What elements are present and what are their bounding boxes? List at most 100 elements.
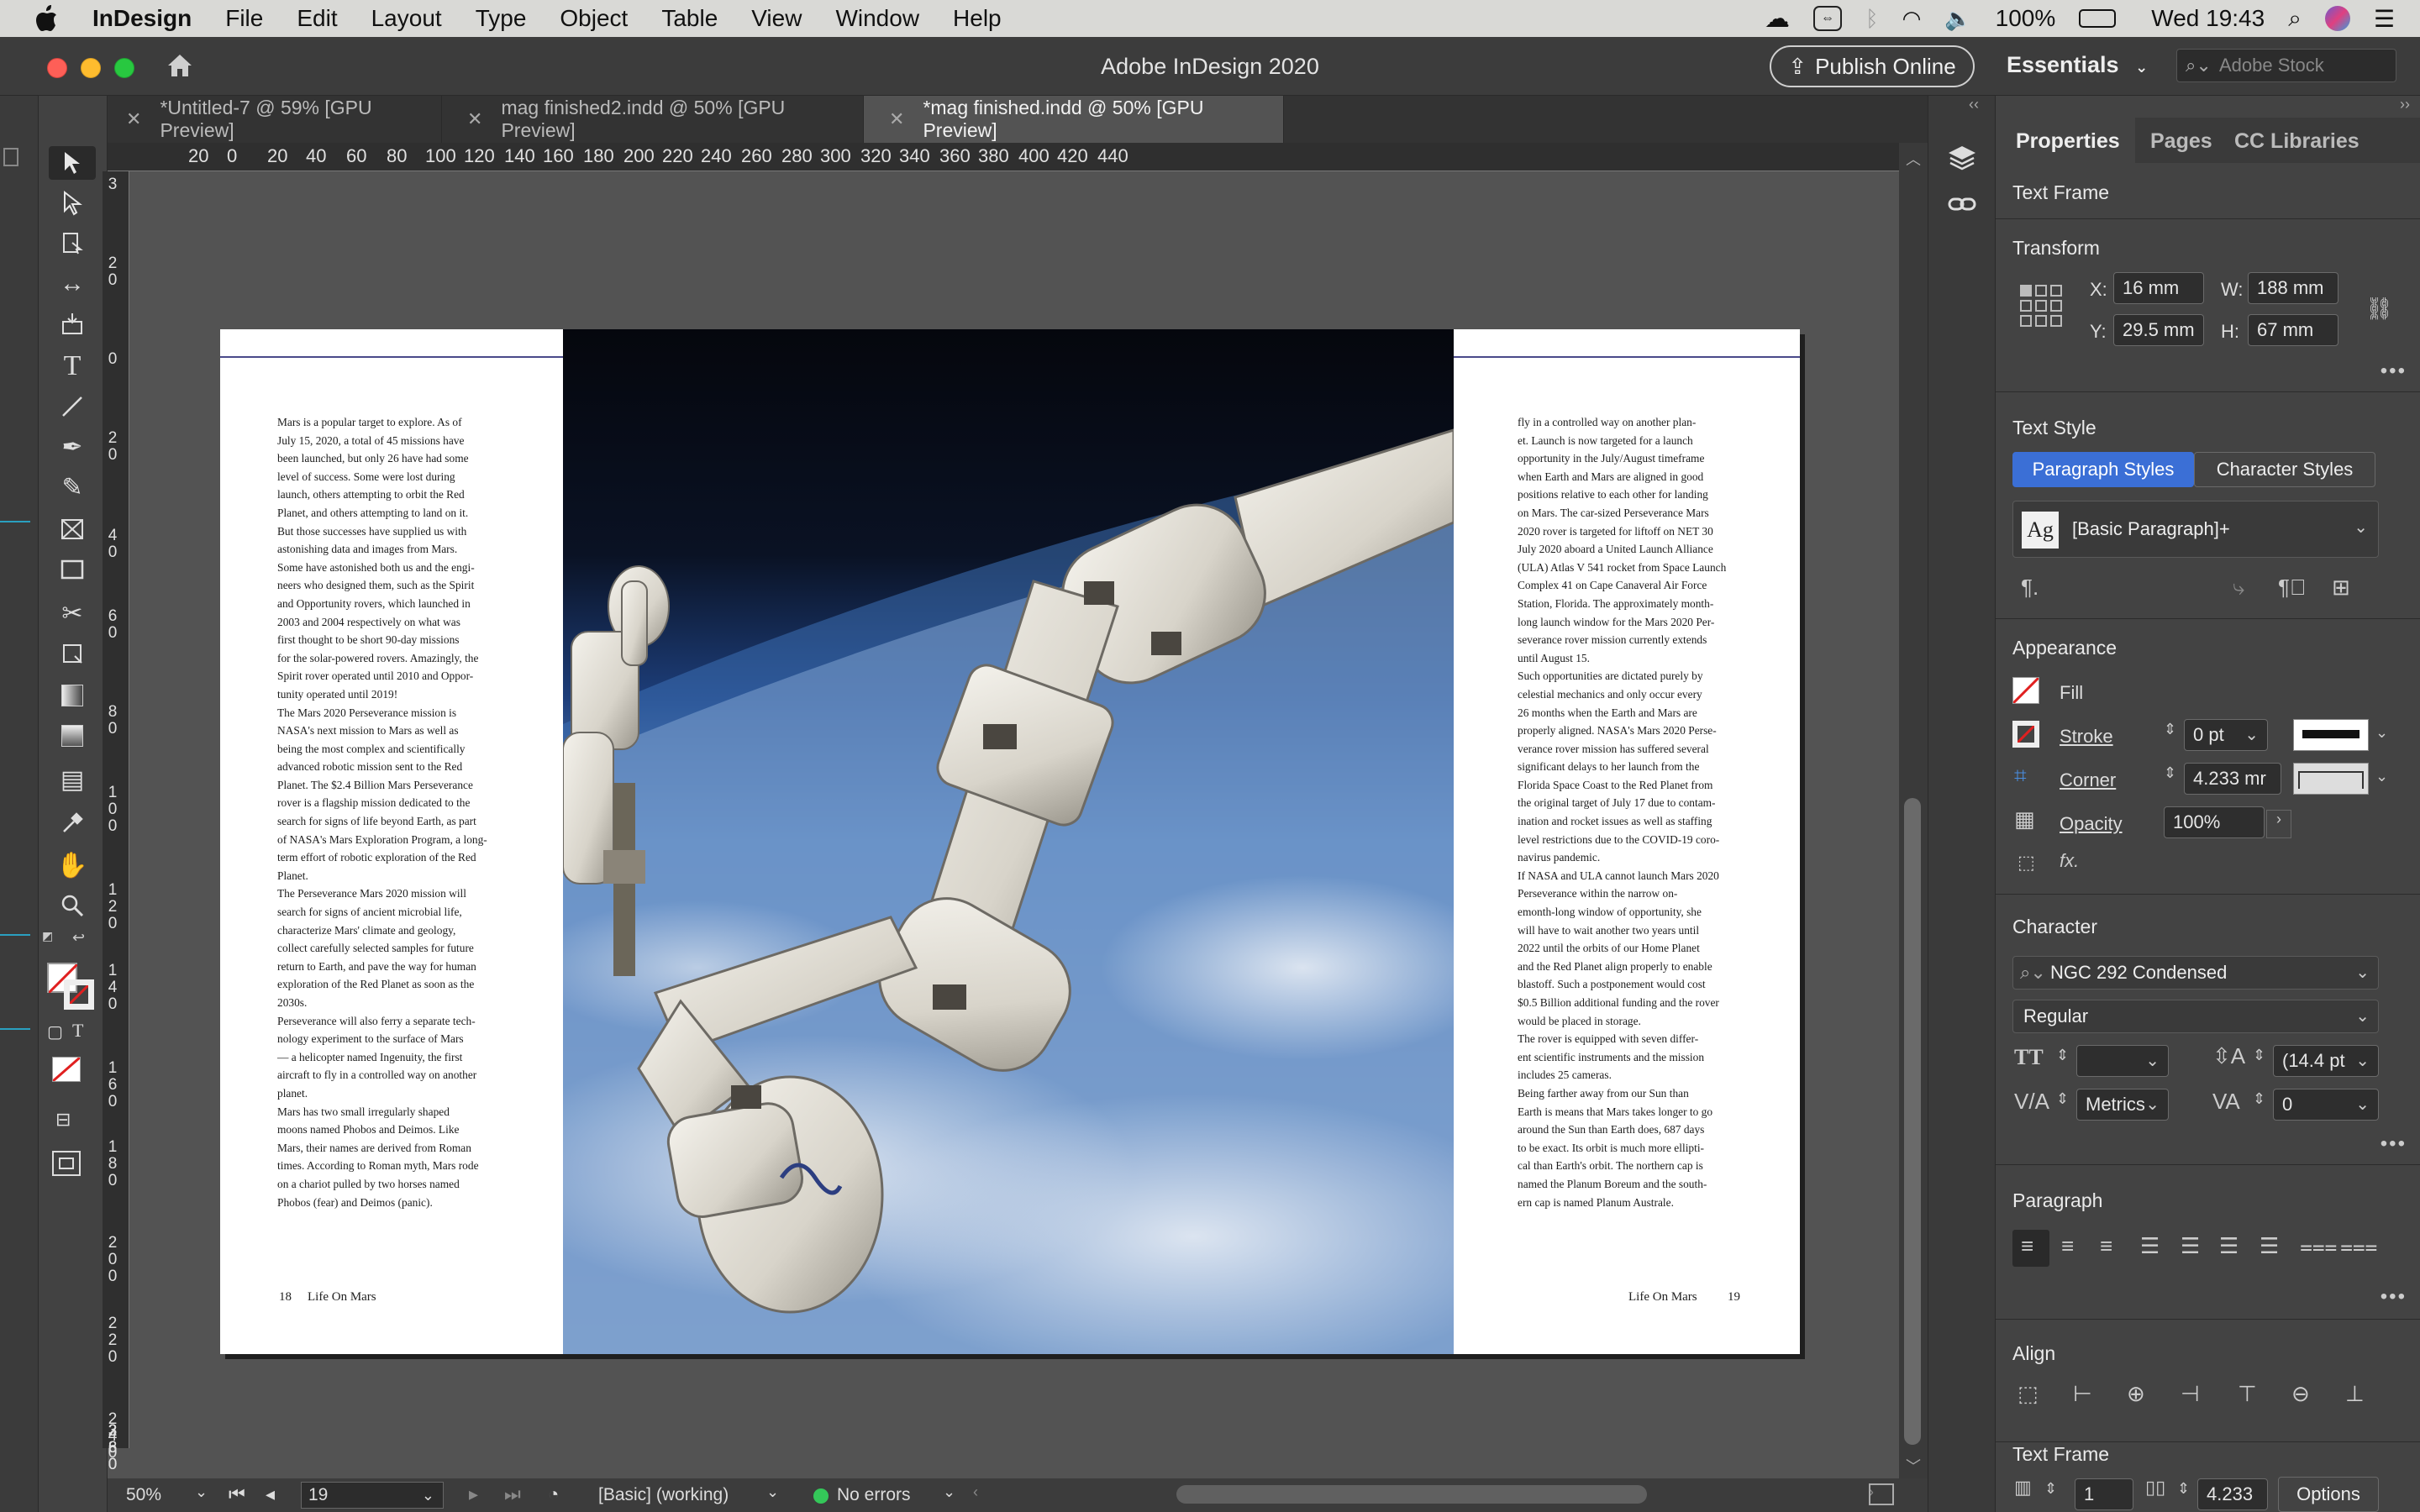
stepper-icon[interactable]: ⇕: [2253, 1047, 2265, 1064]
menu-view[interactable]: View: [751, 5, 802, 32]
align-center-icon[interactable]: ≡: [2061, 1233, 2074, 1259]
chevron-down-icon[interactable]: ⌄: [2375, 768, 2388, 785]
publish-online-button[interactable]: ⇪ Publish Online: [1770, 45, 1975, 87]
x-position-field[interactable]: 16 mm: [2113, 272, 2204, 304]
menu-type[interactable]: Type: [476, 5, 527, 32]
font-size-field[interactable]: ⌄: [2076, 1045, 2169, 1077]
close-tab-icon[interactable]: ✕: [126, 108, 141, 130]
preflight-status[interactable]: No errors: [837, 1485, 911, 1505]
astronaut-space-photo[interactable]: [563, 329, 1454, 1354]
kerning-field[interactable]: Metrics ⌄: [2076, 1089, 2169, 1121]
opacity-slider-arrow-icon[interactable]: ›: [2266, 810, 2291, 838]
menu-object[interactable]: Object: [560, 5, 628, 32]
corner-label[interactable]: Corner: [2060, 769, 2116, 791]
align-horizontal-centers-icon[interactable]: ⊕: [2127, 1381, 2145, 1407]
y-position-field[interactable]: 29.5 mm: [2113, 314, 2204, 346]
stepper-icon[interactable]: ⇕: [2164, 764, 2176, 782]
menu-file[interactable]: File: [225, 5, 263, 32]
justify-right-icon[interactable]: ☰: [2219, 1233, 2238, 1259]
collapse-panels-icon[interactable]: ‹‹: [1969, 96, 1979, 113]
vertical-ruler[interactable]: 3 2 0 0 2 0 4 0 6 0 8 0 1 0 0 1 2 0 1 4 0 1 6 0 1 8…: [103, 171, 129, 1473]
chevron-down-icon[interactable]: ⌄: [2375, 724, 2388, 742]
scroll-left-icon[interactable]: ‹: [973, 1483, 978, 1501]
page-tool-icon[interactable]: [49, 227, 96, 260]
justify-all-icon[interactable]: ☰: [2260, 1233, 2279, 1259]
display-icon[interactable]: ⇔: [1812, 6, 1842, 31]
tab-pages[interactable]: Pages: [2150, 129, 2212, 154]
default-colors-icon[interactable]: ◩: [42, 929, 53, 943]
more-options-icon[interactable]: •••: [2381, 1132, 2407, 1156]
align-left-edges-icon[interactable]: ⊢: [2073, 1381, 2092, 1407]
type-tool-icon[interactable]: T: [49, 349, 96, 383]
direct-selection-tool-icon[interactable]: [49, 186, 96, 220]
previous-page-icon[interactable]: ◂: [266, 1483, 275, 1505]
width-field[interactable]: 188 mm: [2248, 272, 2338, 304]
stepper-icon[interactable]: ⇕: [2253, 1090, 2265, 1108]
layers-icon[interactable]: [1947, 143, 1977, 177]
links-icon[interactable]: [1947, 192, 1977, 221]
creative-cloud-icon[interactable]: ☁: [1765, 4, 1790, 34]
siri-icon[interactable]: [2324, 6, 2350, 31]
paragraph-styles-button[interactable]: Paragraph Styles: [2012, 452, 2194, 487]
screen-mode-icon[interactable]: ⊟: [55, 1109, 71, 1131]
preview-mode-icon[interactable]: [52, 1151, 81, 1176]
align-to-selection-icon[interactable]: ⬚: [2018, 1381, 2039, 1407]
chevron-down-icon[interactable]: ⌄: [195, 1483, 208, 1501]
scroll-up-icon[interactable]: ︿: [1906, 148, 1921, 170]
menu-table[interactable]: Table: [661, 5, 718, 32]
corner-options-icon[interactable]: ⌗: [2014, 763, 2027, 790]
stepper-icon[interactable]: ⇕: [2044, 1480, 2057, 1498]
eyedropper-tool-icon[interactable]: [49, 806, 96, 840]
clock[interactable]: Wed 19:43: [2151, 5, 2265, 32]
columns-field[interactable]: 1: [2075, 1478, 2133, 1510]
close-tab-icon[interactable]: ✕: [467, 108, 482, 130]
corner-shape-dropdown[interactable]: [2293, 763, 2369, 795]
horizontal-scroll-thumb[interactable]: [1176, 1485, 1647, 1504]
left-text-frame[interactable]: Mars is a popular target to explore. As …: [277, 413, 499, 1211]
volume-icon[interactable]: 🔈: [1944, 6, 1971, 32]
menu-help[interactable]: Help: [953, 5, 1002, 32]
chevron-down-icon[interactable]: ⌄: [943, 1483, 955, 1501]
paragraph-style-dropdown[interactable]: Ag [Basic Paragraph]+ ⌄: [2012, 501, 2379, 558]
split-layout-icon[interactable]: [1869, 1483, 1894, 1505]
stepper-icon[interactable]: ⇕: [2056, 1047, 2069, 1064]
zoom-level[interactable]: 50%: [126, 1485, 161, 1505]
stepper-icon[interactable]: ⇕: [2056, 1090, 2069, 1108]
fill-none-swatch[interactable]: [2012, 676, 2040, 705]
last-page-icon[interactable]: ⏭: [504, 1483, 521, 1505]
tracking-field[interactable]: 0 ⌄: [2273, 1089, 2379, 1121]
apple-menu-icon[interactable]: [34, 3, 60, 34]
vertical-scroll-thumb[interactable]: [1904, 798, 1921, 1445]
tab-cc-libraries[interactable]: CC Libraries: [2234, 129, 2360, 154]
apply-none-icon[interactable]: [52, 1056, 81, 1083]
stroke-type-dropdown[interactable]: [2293, 719, 2369, 751]
stroke-none-swatch[interactable]: [2012, 721, 2039, 748]
character-styles-button[interactable]: Character Styles: [2194, 452, 2375, 487]
menu-edit[interactable]: Edit: [297, 5, 337, 32]
constrain-proportions-icon[interactable]: ⛓: [2365, 296, 2393, 322]
align-away-spine-icon[interactable]: ⩶: [2340, 1233, 2378, 1260]
battery-icon[interactable]: [2079, 9, 2117, 28]
font-family-dropdown[interactable]: ⌕⌄ NGC 292 Condensed ⌄: [2012, 956, 2379, 990]
stroke-weight-field[interactable]: 0 pt ⌄: [2184, 719, 2268, 751]
formatting-container-icon[interactable]: ▢: [47, 1021, 63, 1042]
stepper-icon[interactable]: ⇕: [2164, 721, 2176, 738]
line-tool-icon[interactable]: [49, 390, 96, 423]
align-bottom-edges-icon[interactable]: ⊥: [2345, 1381, 2365, 1407]
text-frame-options-button[interactable]: Options: [2278, 1477, 2379, 1512]
gap-tool-icon[interactable]: ↔: [49, 267, 96, 301]
opacity-label[interactable]: Opacity: [2060, 813, 2123, 835]
spotlight-icon[interactable]: ⌕: [2288, 5, 2302, 33]
gradient-feather-tool-icon[interactable]: [49, 719, 96, 753]
menu-layout[interactable]: Layout: [371, 5, 442, 32]
font-style-dropdown[interactable]: Regular ⌄: [2012, 1000, 2379, 1033]
align-top-edges-icon[interactable]: ⊤: [2238, 1381, 2257, 1407]
opacity-field[interactable]: 100%: [2164, 806, 2265, 838]
tab-mag-finished[interactable]: ✕ *mag finished.indd @ 50% [GPU Preview]: [864, 96, 1284, 143]
open-page-icon[interactable]: ◔: [548, 1483, 559, 1505]
pilcrow-icon[interactable]: ¶.: [2021, 575, 2039, 601]
right-text-frame[interactable]: fly in a controlled way on another plan-…: [1518, 413, 1739, 1211]
horizontal-ruler[interactable]: 20 0 20 40 60 80 100 120 140 160 180 200 220 240 260 28…: [108, 143, 1899, 171]
preflight-profile[interactable]: [Basic] (working): [598, 1485, 729, 1505]
gradient-swatch-tool-icon[interactable]: [49, 679, 96, 712]
